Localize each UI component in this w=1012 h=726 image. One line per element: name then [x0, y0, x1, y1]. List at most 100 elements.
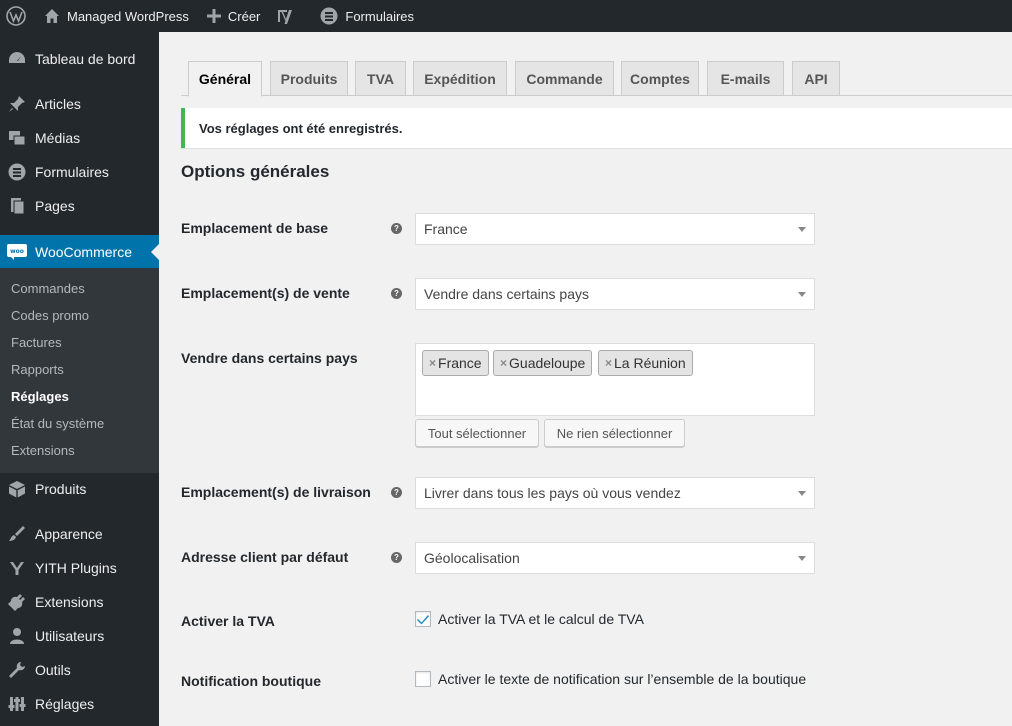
forms-menu[interactable]: Formulaires	[302, 0, 422, 32]
yoast-icon	[278, 10, 293, 24]
shipping-location-select[interactable]: Livrer dans tous les pays où vous vendez	[415, 477, 815, 509]
tab-accounts[interactable]: Comptes	[621, 61, 699, 96]
enable-tax-checkbox[interactable]	[415, 611, 431, 627]
site-name: Managed WordPress	[67, 8, 189, 24]
menu-products-label: Produits	[35, 481, 87, 497]
base-location-select[interactable]: France	[415, 213, 815, 245]
select-all-button[interactable]: Tout sélectionner	[415, 419, 539, 447]
woocommerce-submenu: Commandes Codes promo Factures Rapports …	[0, 268, 159, 473]
dashboard-icon	[0, 49, 34, 69]
base-location-label: Emplacement de base	[181, 220, 329, 236]
country-chip-label: France	[438, 355, 482, 371]
chevron-down-icon	[798, 491, 806, 496]
country-chip-label: Guadeloupe	[509, 355, 586, 371]
menu-pages[interactable]: Pages	[0, 189, 159, 223]
tab-api[interactable]: API	[792, 61, 840, 96]
new-content-link[interactable]: Créer	[197, 0, 269, 32]
submenu-reports[interactable]: Rapports	[11, 360, 64, 380]
menu-products[interactable]: Produits	[0, 472, 159, 506]
store-notice-label: Notification boutique	[181, 673, 321, 689]
settings-content: Général Produits TVA Expédition Commande…	[159, 32, 1012, 726]
help-icon[interactable]: ?	[391, 288, 402, 299]
submenu-coupons[interactable]: Codes promo	[11, 306, 89, 326]
menu-appearance-label: Apparence	[35, 526, 103, 542]
remove-chip-icon[interactable]: ×	[429, 356, 436, 370]
menu-dashboard[interactable]: Tableau de bord	[0, 42, 159, 76]
menu-extensions[interactable]: Extensions	[0, 585, 159, 619]
site-name-link[interactable]: Managed WordPress	[34, 0, 197, 32]
menu-woocommerce[interactable]: woo WooCommerce	[0, 235, 159, 269]
menu-extensions-label: Extensions	[35, 594, 104, 610]
shipping-location-label: Emplacement(s) de livraison	[181, 484, 371, 500]
menu-users[interactable]: Utilisateurs	[0, 619, 159, 653]
tab-general[interactable]: Général	[188, 61, 262, 97]
submenu-settings[interactable]: Réglages	[11, 387, 69, 407]
menu-appearance[interactable]: Apparence	[0, 517, 159, 551]
submenu-invoices[interactable]: Factures	[11, 333, 62, 353]
submenu-extensions[interactable]: Extensions	[11, 441, 75, 461]
tab-tax[interactable]: TVA	[355, 61, 406, 96]
country-chip: × France	[422, 350, 489, 376]
settings-icon	[0, 694, 34, 714]
default-address-select[interactable]: Géolocalisation	[415, 542, 815, 574]
plugin-icon	[0, 592, 34, 612]
menu-woocommerce-label: WooCommerce	[35, 244, 132, 260]
menu-forms[interactable]: Formulaires	[0, 155, 159, 189]
submenu-orders[interactable]: Commandes	[11, 279, 85, 299]
specific-countries-label: Vendre dans certains pays	[181, 350, 358, 366]
country-chip: × Guadeloupe	[493, 350, 593, 376]
store-notice-checkbox[interactable]	[415, 671, 431, 687]
menu-yith-plugins[interactable]: YITH Plugins	[0, 551, 159, 585]
pages-icon	[0, 196, 34, 216]
default-address-value: Géolocalisation	[424, 550, 520, 566]
menu-settings[interactable]: Réglages	[0, 687, 159, 721]
plus-icon	[206, 9, 221, 23]
tab-shipping[interactable]: Expédition	[413, 61, 507, 96]
wordpress-icon	[6, 6, 26, 26]
users-icon	[0, 626, 34, 646]
menu-tools[interactable]: Outils	[0, 653, 159, 687]
menu-pages-label: Pages	[35, 198, 75, 214]
wrench-icon	[0, 660, 34, 680]
tab-emails[interactable]: E-mails	[707, 61, 784, 96]
success-notice: Vos réglages ont été enregistrés.	[181, 108, 1012, 148]
pin-icon	[0, 94, 34, 114]
yoast-menu[interactable]	[268, 0, 302, 32]
tab-products[interactable]: Produits	[270, 61, 348, 96]
brush-icon	[0, 524, 34, 544]
svg-text:woo: woo	[10, 248, 24, 255]
selling-location-label: Emplacement(s) de vente	[181, 285, 350, 301]
yith-icon	[0, 558, 34, 578]
country-chip: × La Réunion	[598, 350, 693, 376]
help-icon[interactable]: ?	[391, 223, 402, 234]
tab-checkout[interactable]: Commande	[515, 61, 614, 96]
menu-media-label: Médias	[35, 130, 81, 146]
menu-forms-label: Formulaires	[35, 164, 109, 180]
enable-tax-checkbox-label[interactable]: Activer la TVA et le calcul de TVA	[438, 611, 644, 627]
menu-settings-label: Réglages	[35, 696, 95, 712]
selling-location-value: Vendre dans certains pays	[424, 286, 589, 302]
forms-icon	[0, 162, 34, 182]
default-address-label: Adresse client par défaut	[181, 549, 349, 565]
checkmark-icon	[417, 615, 429, 625]
menu-articles-label: Articles	[35, 96, 81, 112]
country-chip-label: La Réunion	[614, 355, 686, 371]
menu-articles[interactable]: Articles	[0, 87, 159, 121]
select-none-button[interactable]: Ne rien sélectionner	[544, 419, 685, 447]
store-notice-checkbox-label[interactable]: Activer le texte de notification sur l’e…	[438, 671, 806, 687]
remove-chip-icon[interactable]: ×	[500, 356, 507, 370]
box-icon	[0, 479, 34, 499]
selling-location-select[interactable]: Vendre dans certains pays	[415, 278, 815, 310]
submenu-system-status[interactable]: État du système	[11, 414, 104, 434]
help-icon[interactable]: ?	[391, 552, 402, 563]
menu-tools-label: Outils	[35, 662, 71, 678]
menu-media[interactable]: Médias	[0, 121, 159, 155]
home-icon	[45, 9, 59, 23]
help-icon[interactable]: ?	[391, 487, 402, 498]
remove-chip-icon[interactable]: ×	[605, 356, 612, 370]
wordpress-logo[interactable]	[0, 0, 34, 32]
chevron-down-icon	[798, 292, 806, 297]
specific-countries-multiselect[interactable]: × France × Guadeloupe × La Réunion	[415, 343, 815, 416]
admin-sidebar: Tableau de bord Articles Médias Formulai…	[0, 32, 159, 726]
media-icon	[0, 128, 34, 148]
